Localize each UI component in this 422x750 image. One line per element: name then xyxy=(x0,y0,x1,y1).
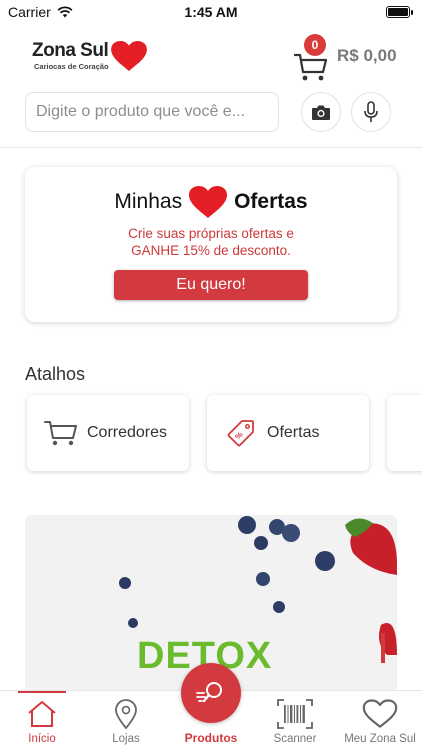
tab-label: Scanner xyxy=(273,733,317,745)
camera-icon xyxy=(312,105,330,120)
tab-produtos[interactable]: Produtos xyxy=(169,663,253,750)
status-bar: Carrier 1:45 AM xyxy=(0,0,422,24)
offers-title-part1: Minhas xyxy=(114,190,183,213)
shortcuts-title: Atalhos xyxy=(25,364,86,384)
home-icon xyxy=(24,697,60,731)
minhas-ofertas-card: Minhas Ofertas Crie suas próprias oferta… xyxy=(25,167,397,322)
tab-lojas[interactable]: Lojas xyxy=(84,691,168,750)
battery-icon xyxy=(386,6,413,18)
tab-label: Meu Zona Sul xyxy=(344,733,416,745)
tab-scanner[interactable]: Scanner xyxy=(253,691,337,750)
tab-meu-zona-sul[interactable]: Meu Zona Sul xyxy=(338,691,422,750)
active-tab-indicator xyxy=(18,691,66,693)
tab-inicio[interactable]: Início xyxy=(0,691,84,750)
carrier-label: Carrier xyxy=(8,4,51,20)
zona-sul-logo[interactable]: Zona Sul Cariocas de Coração xyxy=(32,38,157,78)
product-search-icon xyxy=(181,663,241,723)
app-header: Zona Sul Cariocas de Coração 0 R$ 0,00 xyxy=(0,30,422,86)
tab-label: Produtos xyxy=(184,731,238,745)
offers-title: Minhas Ofertas xyxy=(25,185,397,219)
camera-button[interactable] xyxy=(301,92,341,132)
offers-title-part2: Ofertas xyxy=(234,190,308,213)
barcode-icon xyxy=(277,697,313,731)
tab-label: Lojas xyxy=(112,733,140,745)
location-pin-icon xyxy=(108,697,144,731)
search-input[interactable] xyxy=(25,92,279,132)
status-time: 1:45 AM xyxy=(184,4,238,20)
offers-description: Crie suas próprias ofertas e GANHE 15% d… xyxy=(25,225,397,259)
cart-outline-icon xyxy=(43,418,79,448)
cart-total: R$ 0,00 xyxy=(337,46,397,65)
bottom-tab-bar: Início Lojas Produtos Scanner Meu Zona S… xyxy=(0,663,422,750)
eu-quero-button[interactable]: Eu quero! xyxy=(114,270,308,300)
shortcut-label: Ofertas xyxy=(267,424,320,441)
shortcut-ofertas[interactable]: % Ofertas xyxy=(207,395,369,471)
cart-icon xyxy=(294,53,328,81)
header-divider xyxy=(0,147,422,148)
cart-count-badge: 0 xyxy=(304,34,326,56)
shortcut-label: Corredores xyxy=(87,424,168,441)
tag-icon: % xyxy=(223,418,259,448)
offers-description-line1: Crie suas próprias ofertas e xyxy=(128,226,294,241)
status-left: Carrier xyxy=(8,4,73,20)
wifi-icon xyxy=(57,6,73,18)
logo-text: Zona Sul xyxy=(32,40,109,61)
microphone-button[interactable] xyxy=(351,92,391,132)
svg-text:%: % xyxy=(233,430,244,441)
logo-tagline: Cariocas de Coração xyxy=(34,62,109,71)
heart-outline-icon xyxy=(362,697,398,731)
offers-description-line2: GANHE 15% de desconto. xyxy=(131,243,291,258)
shortcut-partial[interactable] xyxy=(387,395,422,471)
heart-logo-icon xyxy=(111,40,147,72)
tab-label: Início xyxy=(28,733,56,745)
shortcut-corredores[interactable]: Corredores xyxy=(27,395,189,471)
cart-button[interactable]: 0 xyxy=(294,34,334,81)
heart-icon xyxy=(189,186,228,218)
search-row xyxy=(0,92,422,134)
microphone-icon xyxy=(364,101,378,122)
